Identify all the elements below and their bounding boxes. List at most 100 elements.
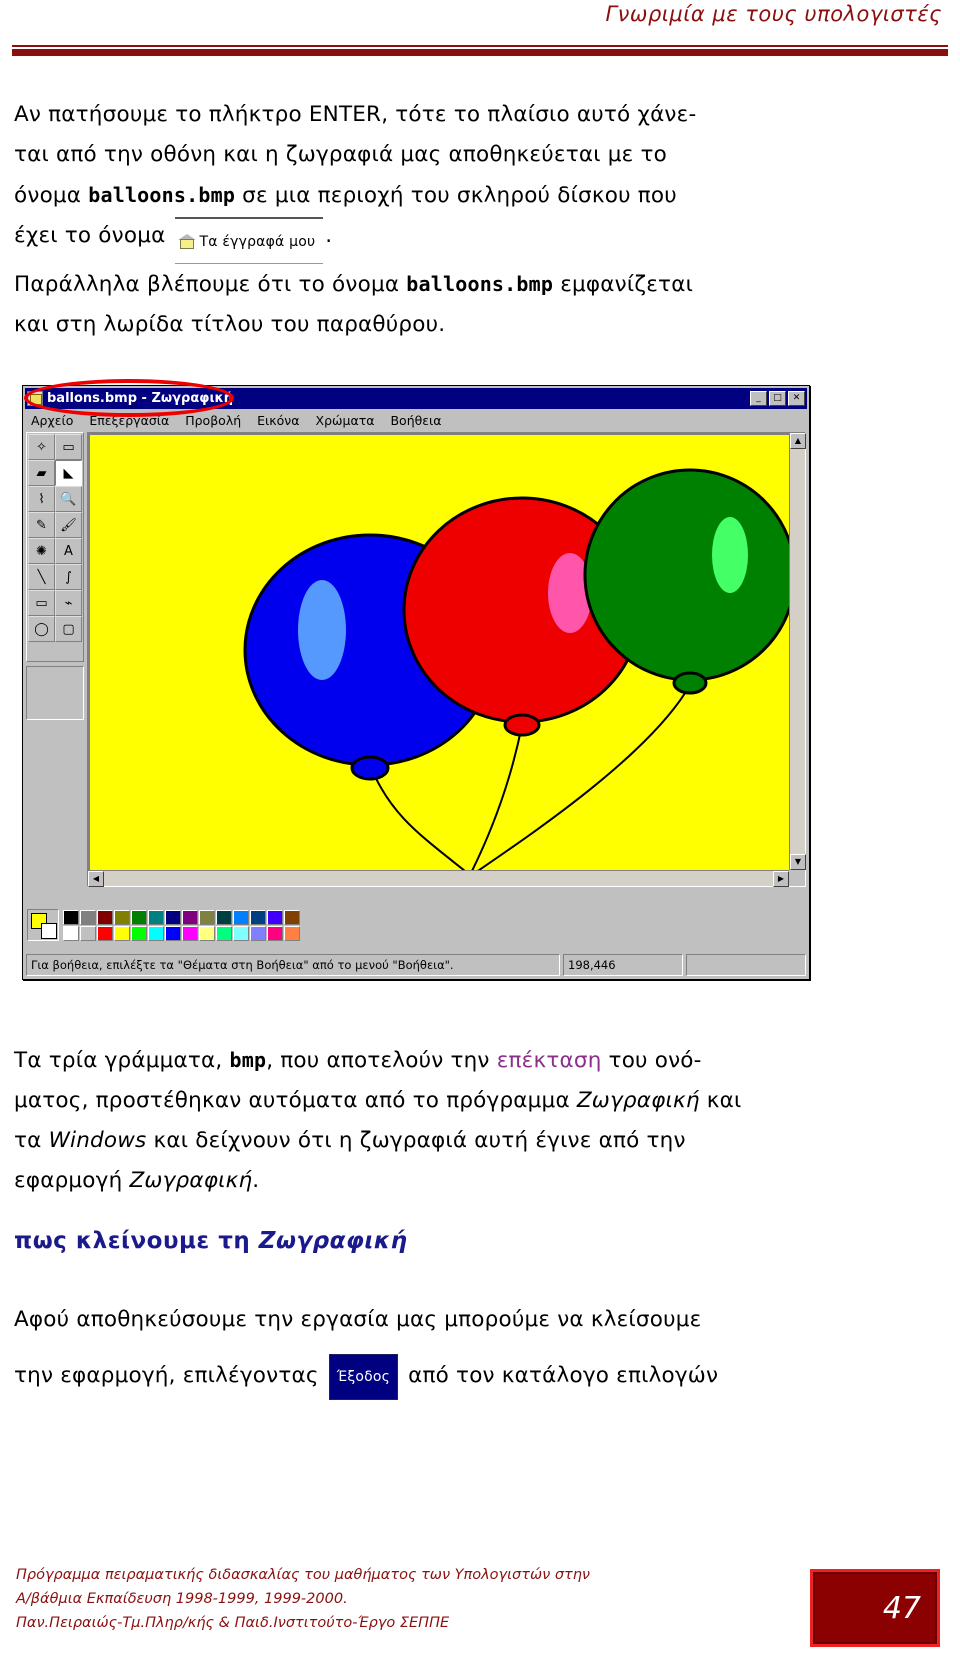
polygon-tool[interactable]: ⌁ [55,590,82,616]
paint-window[interactable]: ballons.bmp - Ζωγραφική _ □ ✕ Αρχείο Επε… [22,385,810,980]
statusbar-extra-panel [686,954,806,976]
paint-canvas[interactable] [90,435,789,870]
paint-window-title: ballons.bmp - Ζωγραφική [47,391,233,406]
menu-item-image[interactable]: Εικόνα [257,413,299,428]
body2-line-3: τα Windows και δείχνουν ότι η ζωγραφιά α… [14,1121,946,1161]
menu-item-file[interactable]: Αρχείο [31,413,73,428]
menu-item-colors[interactable]: Χρώματα [316,413,375,428]
paint-toolbox[interactable]: ✧ ▭ ▰ ◣ ⌇ 🔍 ✎ 🖌 ✺ A ╲ ∫ ▭ ⌁ ◯ ▢ [26,432,84,662]
swatch[interactable] [131,925,147,941]
header-rule-thick [12,49,948,56]
swatch[interactable] [199,925,215,941]
paint-menubar[interactable]: Αρχείο Επεξεργασία Προβολή Εικόνα Χρώματ… [25,410,807,430]
footer-line-3: Παν.Πειραιώς-Τμ.Πληρ/κής & Παιδ.Ινστιτού… [16,1615,450,1631]
intro-text-block: Αν πατήσουμε το πλήκτρο ENTER, τότε το π… [14,95,946,345]
swatch[interactable] [63,925,79,941]
swatch[interactable] [148,925,164,941]
tool-options-panel[interactable] [26,666,84,720]
paint-titlebar[interactable]: ballons.bmp - Ζωγραφική _ □ ✕ [25,388,807,409]
magnifier-tool[interactable]: 🔍 [55,486,82,512]
palette-row-1[interactable] [63,909,300,925]
body3-line-2-suffix: από τον κατάλογο επιλογών [401,1363,719,1388]
scroll-right-button[interactable]: ▶ [773,871,789,887]
rectangle-select-tool[interactable]: ▭ [55,434,82,460]
body3-line-1-text: Αφού αποθηκεύσουμε την εργασία μας μπορο… [14,1307,702,1332]
palette-row-2[interactable] [63,925,300,941]
intro-line-3: όνομα balloons.bmp σε μια περιοχή του σκ… [14,175,946,216]
pencil-tool[interactable]: ✎ [28,512,55,538]
scroll-left-button[interactable]: ◀ [88,871,104,887]
swatch[interactable] [165,909,181,925]
swatch[interactable] [233,925,249,941]
swatch[interactable] [165,925,181,941]
menu-item-help[interactable]: Βοήθεια [390,413,441,428]
body2-line-2-suffix: και [699,1088,742,1113]
swatch[interactable] [233,909,249,925]
swatch[interactable] [216,909,232,925]
color-palette[interactable] [27,901,805,949]
swatch[interactable] [216,925,232,941]
intro-line-1: Αν πατήσουμε το πλήκτρο ENTER, τότε το π… [14,95,946,135]
close-button[interactable]: ✕ [788,391,805,406]
intro-line-4-suffix: . [325,223,333,248]
menu-item-edit[interactable]: Επεξεργασία [89,413,169,428]
header-rule-thin [12,45,948,47]
scroll-down-button[interactable]: ▼ [790,854,806,870]
swatch[interactable] [250,909,266,925]
page-number: 47 [882,1590,921,1626]
minimize-button[interactable]: _ [750,391,767,406]
line-tool[interactable]: ╲ [28,564,55,590]
exit-menu-button[interactable]: Έξοδος [328,1354,399,1400]
maximize-button[interactable]: □ [769,391,786,406]
intro-line-5: Παράλληλα βλέπουμε ότι το όνομα balloons… [14,264,946,305]
swatch[interactable] [250,925,266,941]
section-heading-prefix: πως κλείνουμε τη [14,1228,259,1254]
swatch[interactable] [182,909,198,925]
swatch[interactable] [114,909,130,925]
menu-item-view[interactable]: Προβολή [185,413,241,428]
swatch[interactable] [114,925,130,941]
airbrush-tool[interactable]: ✺ [28,538,55,564]
swatch[interactable] [199,909,215,925]
my-documents-button[interactable]: Τα έγγραφά μου [174,217,324,264]
swatch[interactable] [97,925,113,941]
footer-line-1: Πρόγραμμα πειραματικής διδασκαλίας του μ… [16,1567,591,1583]
swatch[interactable] [284,925,300,941]
scroll-up-button[interactable]: ▲ [790,433,806,449]
swatch[interactable] [97,909,113,925]
ellipse-tool[interactable]: ◯ [28,616,55,642]
rectangle-tool[interactable]: ▭ [28,590,55,616]
swatch[interactable] [80,925,96,941]
swatch[interactable] [80,909,96,925]
swatch[interactable] [267,909,283,925]
body2-line-2: ματος, προστέθηκαν αυτόματα από το πρόγρ… [14,1081,946,1121]
paint-canvas-area[interactable]: ▲ ▼ ◀ ▶ [87,432,806,887]
curve-tool[interactable]: ∫ [55,564,82,590]
palette-swatches[interactable] [63,909,300,941]
body2-line-3-suffix: και δείχνουν ότι η ζωγραφιά αυτή έγινε α… [146,1128,686,1153]
brush-tool[interactable]: 🖌 [55,512,82,538]
swatch[interactable] [131,909,147,925]
body2-line-4-prefix: εφαρμογή [14,1168,130,1193]
fill-tool[interactable]: ◣ [55,460,82,486]
swatch[interactable] [267,925,283,941]
swatch[interactable] [148,909,164,925]
swatch[interactable] [182,925,198,941]
body3-line-1: Αφού αποθηκεύσουμε την εργασία μας μπορο… [14,1300,946,1340]
color-picker-tool[interactable]: ⌇ [28,486,55,512]
current-colors-indicator[interactable] [27,909,59,941]
swatch[interactable] [284,909,300,925]
free-form-select-tool[interactable]: ✧ [28,434,55,460]
eraser-tool[interactable]: ▰ [28,460,55,486]
swatch[interactable] [63,909,79,925]
section-heading-app-name: Ζωγραφική [258,1228,408,1254]
body2-line-4-suffix: . [252,1168,260,1193]
body3-line-2-prefix: την εφαρμογή, επιλέγοντας [14,1363,326,1388]
rounded-rectangle-tool[interactable]: ▢ [55,616,82,642]
background-color-swatch[interactable] [41,923,57,939]
canvas-vertical-scrollbar[interactable]: ▲ ▼ [789,433,806,870]
window-control-buttons[interactable]: _ □ ✕ [750,391,807,406]
page-header-title: Γνωριμία με τους υπολογιστές [605,2,942,26]
canvas-horizontal-scrollbar[interactable]: ◀ ▶ [88,870,789,887]
text-tool[interactable]: A [55,538,82,564]
